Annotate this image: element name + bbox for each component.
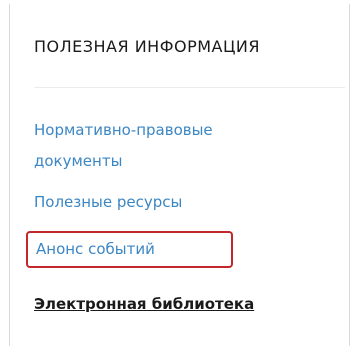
title-divider [34,87,345,88]
useful-info-panel: ПОЛЕЗНАЯ ИНФОРМАЦИЯ Нормативно-правовые … [9,4,350,346]
link-events-announcement[interactable]: Анонс событий [26,231,233,268]
panel-title: ПОЛЕЗНАЯ ИНФОРМАЦИЯ [34,37,260,56]
link-electronic-library[interactable]: Электронная библиотека [34,289,254,320]
link-regulatory-documents[interactable]: Нормативно-правовые документы [34,115,294,177]
link-useful-resources[interactable]: Полезные ресурсы [34,187,182,218]
